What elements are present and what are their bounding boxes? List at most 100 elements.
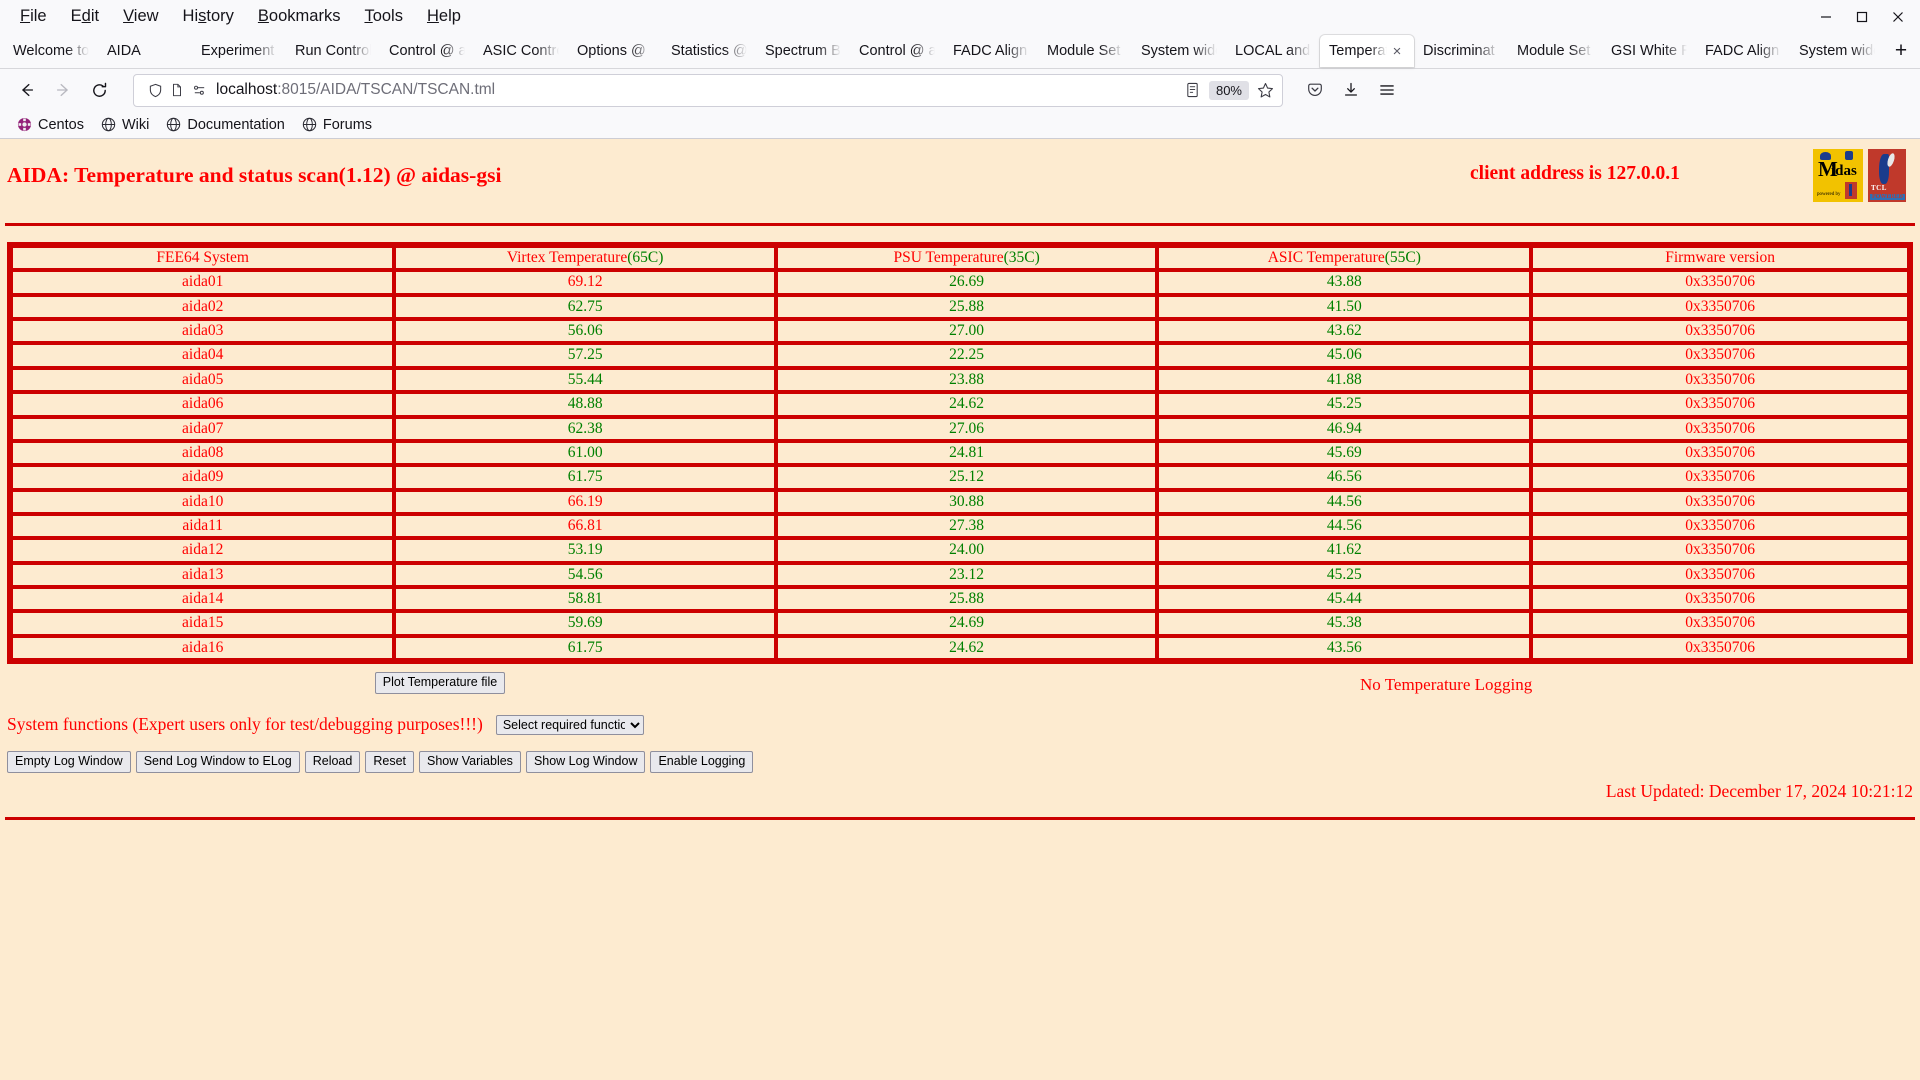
footer-divider xyxy=(5,817,1915,820)
browser-tab[interactable]: Discriminat xyxy=(1414,35,1508,67)
url-path: :8015/AIDA/TSCAN/TSCAN.tml xyxy=(277,81,496,98)
maximize-icon[interactable] xyxy=(1844,2,1880,32)
browser-tab[interactable]: Run Control @ xyxy=(286,35,380,67)
fee64-system-cell: aida01 xyxy=(11,270,395,295)
firmware-version-cell: 0x3350706 xyxy=(1531,562,1909,588)
minimize-icon[interactable] xyxy=(1808,2,1844,32)
action-button-reset[interactable]: Reset xyxy=(365,751,414,773)
menu-history[interactable]: History xyxy=(171,4,246,29)
asic-temperature-cell: 43.88 xyxy=(1157,270,1532,295)
virtex-temperature-cell: 55.44 xyxy=(394,367,776,393)
close-icon[interactable] xyxy=(1880,2,1916,32)
action-button-empty-log-window[interactable]: Empty Log Window xyxy=(7,751,131,773)
bookmark-item[interactable]: Centos xyxy=(8,114,92,135)
page-info-icon[interactable] xyxy=(166,79,188,101)
window-controls xyxy=(1808,0,1916,33)
plot-button-wrapper: Plot Temperature file xyxy=(0,672,1920,694)
psu-temperature-cell: 30.88 xyxy=(775,489,1158,514)
browser-tab[interactable]: LOCAL and xyxy=(1226,35,1320,67)
action-button-show-variables[interactable]: Show Variables xyxy=(419,751,521,773)
menu-tools[interactable]: Tools xyxy=(352,4,415,29)
menu-file[interactable]: FFileile xyxy=(8,4,59,29)
downloads-icon[interactable] xyxy=(1333,73,1369,107)
table-row: aida02 62.75 25.88 41.50 0x3350706 xyxy=(11,294,1909,320)
browser-tab[interactable]: Module Set xyxy=(1508,35,1602,67)
table-column-header: ASIC Temperature(55C) xyxy=(1157,246,1532,271)
virtex-temperature-cell: 61.75 xyxy=(394,635,776,661)
temperature-table: FEE64 System Virtex Temperature(65C) PSU T… xyxy=(7,242,1913,665)
tracking-protection-icon[interactable] xyxy=(188,79,210,101)
page-header: AIDA: Temperature and status scan(1.12) … xyxy=(0,139,1920,213)
action-button-enable-logging[interactable]: Enable Logging xyxy=(650,751,754,773)
table-row: aida12 53.19 24.00 41.62 0x3350706 xyxy=(11,538,1909,563)
browser-tab[interactable]: Experiment xyxy=(192,35,286,67)
fee64-system-cell: aida02 xyxy=(11,294,395,320)
bookmark-label: Forums xyxy=(322,116,373,133)
new-tab-button[interactable]: + xyxy=(1884,35,1918,67)
psu-temperature-cell: 24.00 xyxy=(775,538,1158,563)
select-required-function-dropdown[interactable]: Select required function xyxy=(495,714,644,735)
virtex-temperature-cell: 54.56 xyxy=(394,562,776,588)
hamburger-menu-icon[interactable] xyxy=(1369,73,1405,107)
browser-tab[interactable]: AIDA xyxy=(98,35,192,67)
header-text: FEE64 System xyxy=(156,249,249,266)
url-host: localhost xyxy=(216,81,278,98)
asic-temperature-cell: 44.56 xyxy=(1157,513,1532,539)
bookmark-item[interactable]: Wiki xyxy=(92,114,157,135)
plot-row: Plot Temperature file No Temperature Log… xyxy=(0,672,1920,698)
browser-tab[interactable]: Spectrum B xyxy=(756,35,850,67)
tab-label: Temperature xyxy=(1329,43,1387,59)
browser-window: FFileile Edit View History Bookmarks Too… xyxy=(0,0,1920,1080)
menu-bookmarks[interactable]: Bookmarks xyxy=(246,4,353,29)
menu-view[interactable]: View xyxy=(111,4,170,29)
firmware-version-cell: 0x3350706 xyxy=(1531,392,1909,417)
pocket-save-icon[interactable] xyxy=(1297,73,1333,107)
tab-label: Control @ aidas xyxy=(389,43,465,59)
fee64-system-cell: aida09 xyxy=(11,465,395,490)
midas-logo: Midas powered by xyxy=(1813,149,1863,202)
forward-arrow-icon[interactable] xyxy=(45,73,81,107)
action-button-reload[interactable]: Reload xyxy=(304,751,361,773)
virtex-temperature-cell: 56.06 xyxy=(394,319,776,344)
globe-icon xyxy=(165,116,182,133)
browser-tab[interactable]: FADC Align xyxy=(944,35,1038,67)
browser-tab[interactable]: Control @ aidas xyxy=(380,35,474,67)
action-button-show-log-window[interactable]: Show Log Window xyxy=(525,751,646,773)
bookmark-star-icon[interactable] xyxy=(1254,79,1276,101)
zoom-level-indicator[interactable]: 80% xyxy=(1208,80,1249,100)
bookmark-item[interactable]: Forums xyxy=(293,114,380,135)
reload-icon[interactable] xyxy=(81,73,117,107)
browser-tab[interactable]: GSI White R xyxy=(1602,35,1696,67)
asic-temperature-cell: 45.69 xyxy=(1157,440,1532,466)
asic-temperature-cell: 45.44 xyxy=(1157,587,1532,612)
browser-tab[interactable]: Module Set xyxy=(1038,35,1132,67)
browser-tab[interactable]: Options @ xyxy=(568,35,662,67)
action-button-send-log-window-to-elog[interactable]: Send Log Window to ELog xyxy=(135,751,300,773)
asic-temperature-cell: 41.88 xyxy=(1157,367,1532,393)
plot-temperature-file-button[interactable]: Plot Temperature file xyxy=(374,672,506,694)
browser-tab[interactable]: FADC Align xyxy=(1696,35,1790,67)
asic-temperature-cell: 45.06 xyxy=(1157,343,1532,368)
virtex-temperature-cell: 53.19 xyxy=(394,538,776,563)
table-row: aida13 54.56 23.12 45.25 0x3350706 xyxy=(11,562,1909,588)
browser-tab[interactable]: Statistics @ xyxy=(662,35,756,67)
browser-tab[interactable]: ASIC Control xyxy=(474,35,568,67)
shield-icon xyxy=(144,79,166,101)
browser-tab[interactable]: Welcome to Firefox xyxy=(4,35,98,67)
table-body: aida01 69.12 26.69 43.88 0x3350706 aida02 62.7… xyxy=(11,270,1909,661)
back-arrow-icon[interactable] xyxy=(9,73,45,107)
menu-edit[interactable]: Edit xyxy=(59,4,111,29)
browser-tab[interactable]: System wide xyxy=(1790,35,1884,67)
browser-tab-active[interactable]: Temperature× xyxy=(1320,35,1414,67)
address-bar[interactable]: localhost:8015/AIDA/TSCAN/TSCAN.tml 80% xyxy=(133,73,1283,107)
tab-label: ASIC Control xyxy=(483,43,559,59)
table-row: aida08 61.00 24.81 45.69 0x3350706 xyxy=(11,440,1909,466)
browser-tab[interactable]: Control @ a xyxy=(850,35,944,67)
bookmark-item[interactable]: Documentation xyxy=(157,114,293,135)
tab-close-icon[interactable]: × xyxy=(1389,43,1405,60)
reader-mode-icon[interactable] xyxy=(1182,79,1204,101)
fee64-system-cell: aida03 xyxy=(11,319,395,344)
menu-help[interactable]: Help xyxy=(415,4,473,29)
tab-label: Control @ a xyxy=(859,43,935,59)
browser-tab[interactable]: System wide xyxy=(1132,35,1226,67)
